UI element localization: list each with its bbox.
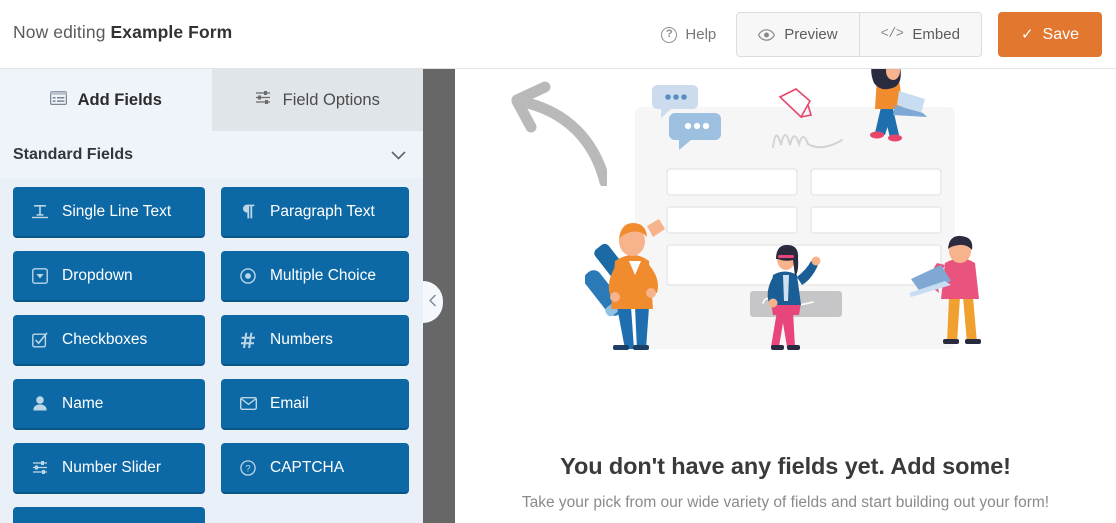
chevron-down-icon[interactable] xyxy=(391,148,406,163)
field-button-checkboxes[interactable]: Checkboxes xyxy=(13,315,205,366)
question-circle-icon: ? xyxy=(661,26,678,43)
field-label: Name xyxy=(62,394,104,412)
field-button-multiple-choice[interactable]: Multiple Choice xyxy=(221,251,409,302)
field-label: Multiple Choice xyxy=(270,266,376,284)
list-icon xyxy=(49,90,67,110)
empty-state-title: You don't have any fields yet. Add some! xyxy=(560,453,1011,479)
help-label: Help xyxy=(685,26,717,43)
field-button-single-line-text[interactable]: Single Line Text xyxy=(13,187,205,238)
standard-fields-grid: Single Line Text Paragraph Text Dropdown xyxy=(0,179,423,523)
embed-label: Embed xyxy=(912,26,960,43)
question-circle-icon: ? xyxy=(239,459,257,476)
standard-fields-section-header[interactable]: Standard Fields xyxy=(0,131,423,179)
field-button-email[interactable]: Email xyxy=(221,379,409,430)
embed-button[interactable]: </> Embed xyxy=(858,13,981,56)
field-button-number-slider[interactable]: Number Slider xyxy=(13,443,205,494)
field-label: Numbers xyxy=(270,330,333,348)
tab-add-fields[interactable]: Add Fields xyxy=(0,69,212,131)
help-button[interactable]: ? Help xyxy=(661,26,716,43)
save-label: Save xyxy=(1042,25,1079,43)
text-width-icon xyxy=(31,204,49,219)
field-label: Paragraph Text xyxy=(270,202,375,220)
preview-label: Preview xyxy=(784,26,838,43)
radio-dot-icon xyxy=(239,267,257,284)
field-label: Dropdown xyxy=(62,266,133,284)
check-icon: ✓ xyxy=(1020,26,1034,43)
empty-form-builder-illustration xyxy=(584,69,1015,374)
eye-icon xyxy=(758,28,776,41)
field-label: Email xyxy=(270,394,309,412)
hashtag-icon xyxy=(239,332,257,348)
chevron-left-icon xyxy=(429,294,437,310)
preview-button[interactable]: Preview xyxy=(737,13,859,56)
section-title: Standard Fields xyxy=(13,146,134,163)
field-label: CAPTCHA xyxy=(270,458,345,476)
field-button-captcha[interactable]: ? CAPTCHA xyxy=(221,443,409,494)
save-button[interactable]: ✓ Save xyxy=(997,12,1102,57)
page-title: Now editing Example Form xyxy=(13,22,232,43)
field-label: Checkboxes xyxy=(62,330,148,348)
fields-panel: Add Fields Field Options Standard Fields xyxy=(0,69,423,523)
tab-field-options[interactable]: Field Options xyxy=(211,69,423,131)
app-header: Now editing Example Form ? Help Preview … xyxy=(0,0,1116,69)
field-label: Number Slider xyxy=(62,458,162,476)
editing-prefix: Now editing xyxy=(13,22,111,42)
header-actions: ? Help Preview </> Embed ✓ Save xyxy=(661,0,1102,69)
field-button-dropdown[interactable]: Dropdown xyxy=(13,251,205,302)
field-button-partial-next[interactable] xyxy=(13,507,205,523)
field-button-numbers[interactable]: Numbers xyxy=(221,315,409,366)
preview-embed-group: Preview </> Embed xyxy=(736,12,982,57)
sliders-icon xyxy=(31,460,49,475)
field-button-name[interactable]: Name xyxy=(13,379,205,430)
field-label: Single Line Text xyxy=(62,202,172,220)
caret-square-down-icon xyxy=(31,267,49,284)
sliders-icon xyxy=(255,90,272,110)
form-preview-area: You don't have any fields yet. Add some!… xyxy=(455,69,1116,523)
svg-text:?: ? xyxy=(245,463,250,474)
envelope-icon xyxy=(239,397,257,410)
tab-add-fields-label: Add Fields xyxy=(77,90,162,109)
panel-tabs: Add Fields Field Options xyxy=(0,69,423,131)
tab-field-options-label: Field Options xyxy=(282,90,380,109)
field-button-paragraph-text[interactable]: Paragraph Text xyxy=(221,187,409,238)
paragraph-icon xyxy=(239,204,257,219)
check-square-icon xyxy=(31,331,49,348)
empty-state-subtitle: Take your pick from our wide variety of … xyxy=(521,494,1050,511)
user-icon xyxy=(31,396,49,411)
code-icon: </> xyxy=(880,27,904,42)
form-name: Example Form xyxy=(110,22,233,42)
